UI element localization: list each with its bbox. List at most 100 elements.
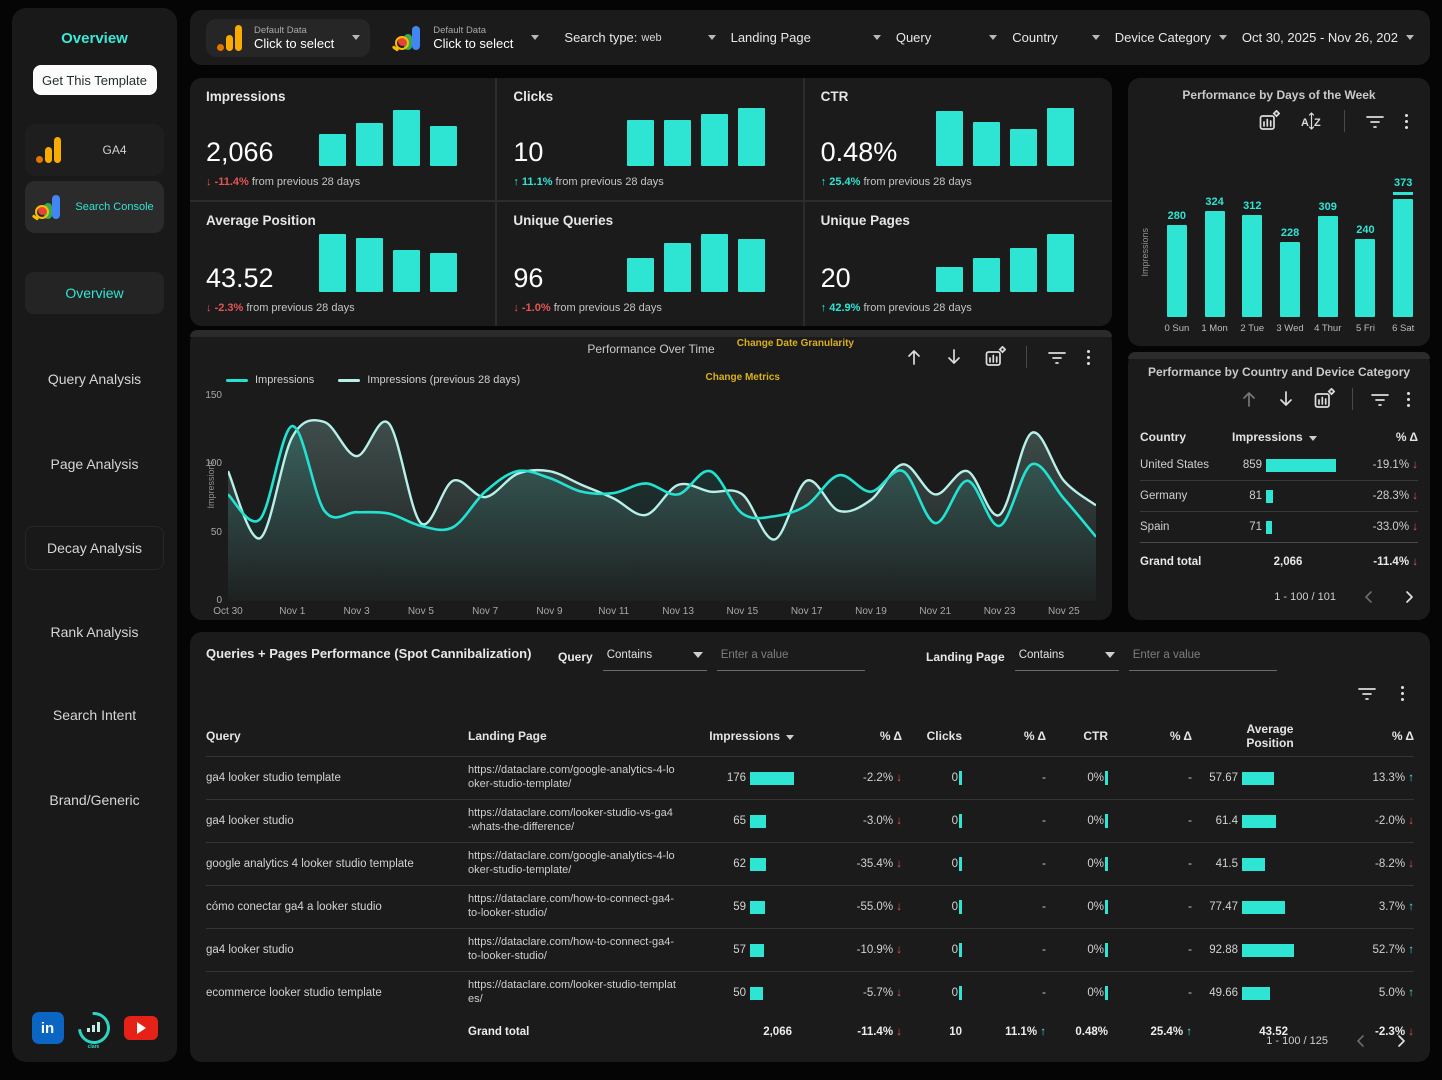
table-row[interactable]: Spain 71 -33.0% ↓ xyxy=(1140,511,1418,542)
table-row[interactable]: google analytics 4 looker studio templat… xyxy=(206,842,1414,885)
col-ctr-delta[interactable]: % Δ xyxy=(1108,729,1192,743)
selector-title: Default Data xyxy=(433,25,513,36)
day-bar-tue[interactable]: 3122 Tue xyxy=(1233,200,1271,334)
col-country[interactable]: Country xyxy=(1140,430,1232,444)
search-console-icon xyxy=(395,24,423,52)
col-clicks-delta[interactable]: % Δ xyxy=(962,729,1046,743)
sort-az-icon[interactable]: AZ xyxy=(1300,111,1324,131)
kpi-card[interactable]: Clicks 10 ↑ 11.1% from previous 28 days xyxy=(497,78,804,202)
more-options-icon[interactable] xyxy=(1087,350,1090,365)
source-search-console[interactable]: Search Console xyxy=(25,181,164,233)
query-operator-select[interactable]: Contains xyxy=(603,642,707,671)
chart-config-icon[interactable] xyxy=(1313,388,1335,410)
page-previous-icon[interactable] xyxy=(1362,590,1376,604)
kpi-card[interactable]: Impressions 2,066 ↓ -11.4% from previous… xyxy=(190,78,497,202)
dataclare-logo-icon[interactable]: clare xyxy=(78,1012,110,1044)
kpi-card[interactable]: Unique Queries 96 ↓ -1.0% from previous … xyxy=(497,202,804,326)
col-impressions[interactable]: Impressions xyxy=(700,729,828,743)
chart-config-icon[interactable] xyxy=(984,346,1006,368)
page-next-icon[interactable] xyxy=(1402,590,1416,604)
day-bar-sun[interactable]: 2800 Sun xyxy=(1158,210,1196,334)
day-bar-sat[interactable]: 3736 Sat xyxy=(1384,177,1422,334)
table-row[interactable]: Germany 81 -28.3% ↓ xyxy=(1140,480,1418,511)
sidebar-item-search-intent[interactable]: Search Intent xyxy=(25,694,164,736)
filter-country[interactable]: Country xyxy=(1012,30,1100,45)
date-range-picker[interactable]: Oct 30, 2025 - Nov 26, 202 xyxy=(1242,30,1414,45)
day-bar-wed[interactable]: 2283 Wed xyxy=(1271,227,1309,334)
legend-impressions[interactable]: Impressions xyxy=(226,374,314,386)
table-row[interactable]: cómo conectar ga4 a looker studio https:… xyxy=(206,885,1414,928)
chevron-down-icon xyxy=(531,35,539,40)
search-console-data-selector[interactable]: Default Data Click to select xyxy=(385,19,549,57)
more-options-icon[interactable] xyxy=(1407,392,1410,407)
landing-page-operator-select[interactable]: Contains xyxy=(1015,642,1119,671)
col-clicks[interactable]: Clicks xyxy=(902,729,962,743)
days-bar-chart[interactable]: 2800 Sun3241 Mon3122 Tue2283 Wed3094 Thu… xyxy=(1158,177,1422,334)
clicks-cell: 0 xyxy=(902,814,962,828)
line-chart-plot[interactable] xyxy=(228,396,1096,601)
sidebar-title: Overview xyxy=(12,30,177,47)
sidebar-item-overview[interactable]: Overview xyxy=(25,272,164,314)
col-query[interactable]: Query xyxy=(206,729,468,743)
kpi-card[interactable]: CTR 0.48% ↑ 25.4% from previous 28 days xyxy=(805,78,1112,202)
value-bar xyxy=(1266,490,1273,503)
table-row[interactable]: ecommerce looker studio template https:/… xyxy=(206,971,1414,1014)
table-row[interactable]: ga4 looker studio https://dataclare.com/… xyxy=(206,928,1414,971)
kpi-delta: ↑ 42.9% from previous 28 days xyxy=(821,302,972,314)
delta-cell: - xyxy=(962,815,1046,827)
table-row[interactable]: ga4 looker studio https://dataclare.com/… xyxy=(206,799,1414,842)
sidebar-item-page-analysis[interactable]: Page Analysis xyxy=(25,443,164,485)
filter-icon[interactable] xyxy=(1357,684,1377,702)
landing-page-cell: https://dataclare.com/google-analytics-4… xyxy=(468,850,700,878)
filter-query[interactable]: Query xyxy=(896,30,997,45)
arrow-up-icon[interactable] xyxy=(1239,389,1259,409)
landing-page-filter-input[interactable] xyxy=(1129,642,1277,671)
arrow-down-icon[interactable] xyxy=(1276,389,1296,409)
col-imp-delta[interactable]: % Δ xyxy=(828,729,902,743)
filter-device-category[interactable]: Device Category xyxy=(1115,30,1227,45)
horizontal-scrollbar[interactable] xyxy=(190,330,1112,337)
day-bar-mon[interactable]: 3241 Mon xyxy=(1196,196,1234,334)
page-next-icon[interactable] xyxy=(1394,1034,1408,1048)
ga4-data-selector[interactable]: Default Data Click to select xyxy=(206,19,370,57)
position-cell: 61.4 xyxy=(1192,815,1328,828)
filter-icon[interactable] xyxy=(1047,348,1067,366)
col-impressions[interactable]: Impressions xyxy=(1232,430,1344,444)
table-row[interactable]: United States 859 -19.1% ↓ xyxy=(1140,450,1418,480)
day-bar-thur[interactable]: 3094 Thur xyxy=(1309,201,1347,334)
get-template-button[interactable]: Get This Template xyxy=(33,65,157,95)
legend-impressions-previous[interactable]: Impressions (previous 28 days) xyxy=(338,374,520,386)
more-options-icon[interactable] xyxy=(1405,114,1408,129)
dataclare-bars xyxy=(87,1022,100,1032)
col-delta[interactable]: % Δ xyxy=(1344,430,1418,444)
sidebar-item-brand-generic[interactable]: Brand/Generic xyxy=(25,779,164,821)
query-filter-label: Query xyxy=(558,650,593,664)
kpi-card[interactable]: Unique Pages 20 ↑ 42.9% from previous 28… xyxy=(805,202,1112,326)
col-ctr[interactable]: CTR xyxy=(1046,729,1108,743)
chart-config-icon[interactable] xyxy=(1258,110,1280,132)
page-previous-icon[interactable] xyxy=(1354,1034,1368,1048)
sidebar-item-rank-analysis[interactable]: Rank Analysis xyxy=(25,611,164,653)
query-filter-input[interactable] xyxy=(717,642,865,671)
youtube-icon[interactable] xyxy=(124,1016,158,1040)
kpi-card[interactable]: Average Position 43.52 ↓ -2.3% from prev… xyxy=(190,202,497,326)
source-ga4[interactable]: GA4 xyxy=(25,124,164,176)
table-row[interactable]: ga4 looker studio template https://datac… xyxy=(206,756,1414,799)
sidebar-item-query-analysis[interactable]: Query Analysis xyxy=(25,358,164,400)
filter-search-type[interactable]: Search type: web xyxy=(564,30,715,45)
kpi-delta: ↑ 25.4% from previous 28 days xyxy=(821,176,972,188)
filter-landing-page[interactable]: Landing Page xyxy=(731,30,881,45)
arrow-up-icon[interactable] xyxy=(904,347,924,367)
col-avg-position[interactable]: Average Position xyxy=(1192,722,1328,750)
more-options-icon[interactable] xyxy=(1401,686,1404,701)
arrow-down-icon[interactable] xyxy=(944,347,964,367)
col-pos-delta[interactable]: % Δ xyxy=(1328,729,1414,743)
sidebar-item-decay-analysis[interactable]: Decay Analysis xyxy=(25,526,164,570)
filter-icon[interactable] xyxy=(1365,112,1385,130)
horizontal-scrollbar[interactable] xyxy=(1128,352,1430,359)
filter-icon[interactable] xyxy=(1370,390,1390,408)
day-bar-fri[interactable]: 2405 Fri xyxy=(1347,224,1385,334)
col-landing-page[interactable]: Landing Page xyxy=(468,729,700,743)
linkedin-icon[interactable]: in xyxy=(32,1012,64,1044)
search-type-value: web xyxy=(641,32,661,44)
